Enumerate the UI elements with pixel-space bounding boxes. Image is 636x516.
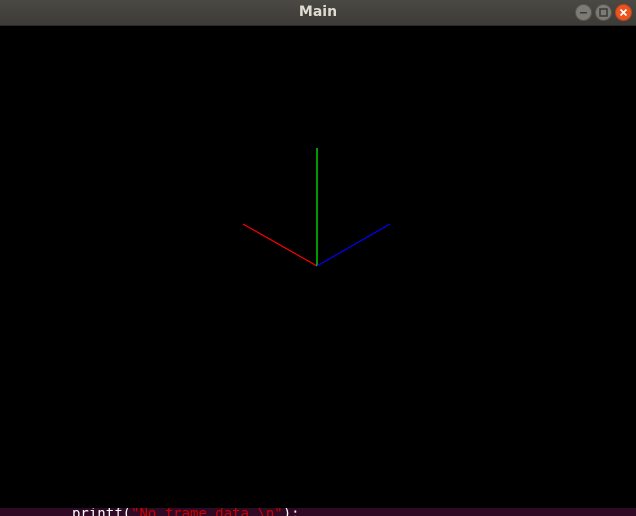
window-title: Main (298, 4, 338, 20)
render-viewport[interactable] (0, 26, 636, 508)
maximize-icon (599, 8, 608, 17)
maximize-button[interactable] (595, 4, 612, 21)
terminal-code-line: printf("No frame data.\n"); (72, 508, 300, 516)
code-prefix: printf( (72, 508, 132, 516)
x-axis-line (242, 223, 318, 267)
minimize-icon (580, 12, 587, 14)
code-suffix: ); (282, 508, 300, 516)
close-button[interactable] (615, 4, 632, 21)
code-string: "No frame data.\n" (131, 508, 283, 516)
minimize-button[interactable] (575, 4, 592, 21)
window-titlebar[interactable]: Main (0, 0, 636, 26)
z-axis-line (316, 223, 391, 267)
opengl-window: Main (0, 0, 636, 508)
close-icon (619, 8, 628, 17)
background-terminal: printf("No frame data.\n"); (0, 508, 636, 516)
axes-gizmo (242, 148, 391, 267)
